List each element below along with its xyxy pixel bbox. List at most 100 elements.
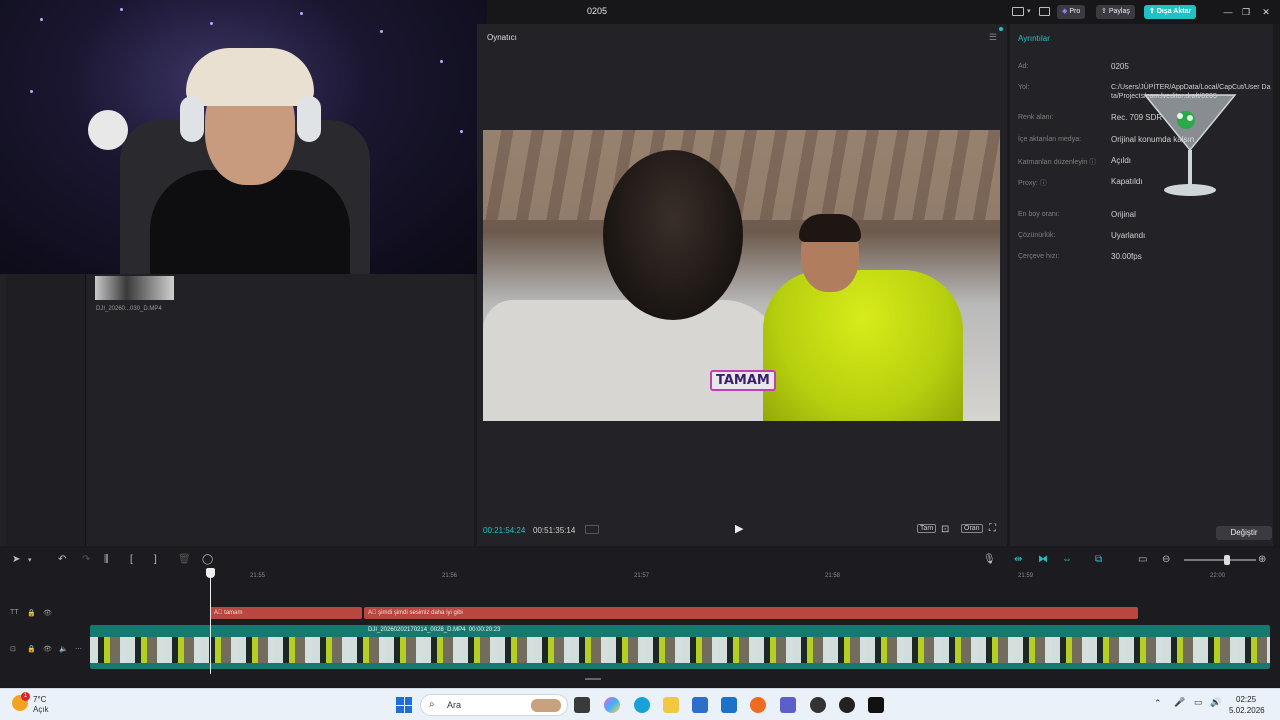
light-dot xyxy=(460,130,463,133)
eye-icon[interactable]: 👁 xyxy=(43,609,52,617)
microphone-icon[interactable]: 🎙 xyxy=(983,554,996,565)
video-preview[interactable]: TAMAM xyxy=(483,130,1000,421)
video-subtitle[interactable]: TAMAM xyxy=(710,370,776,391)
tote-bag xyxy=(483,300,783,421)
audio-icon[interactable]: 🔈 xyxy=(59,645,68,653)
select-tool-icon[interactable]: ➤ xyxy=(12,554,20,565)
playhead-handle[interactable] xyxy=(206,568,215,578)
lock-icon[interactable]: 🔒 xyxy=(27,609,36,617)
video-clip-name: DJI_20260202170214_0028_D.MP4 xyxy=(368,627,466,633)
edge-icon[interactable] xyxy=(634,697,650,713)
text-clip[interactable]: A⃞ tamam xyxy=(210,607,362,619)
text-track: A⃞ tamam A⃞ şimdi şimdi sesimiz daha iyi… xyxy=(210,607,1138,619)
clock-time[interactable]: 02:25 xyxy=(1236,695,1256,704)
snap-icon[interactable]: ⧓ xyxy=(1038,554,1048,565)
chevron-up-icon[interactable]: ⌃ xyxy=(1154,698,1162,709)
export-button[interactable]: ⇧ Dışa Aktar xyxy=(1144,5,1197,19)
copilot-icon[interactable] xyxy=(604,697,620,713)
volume-icon[interactable]: 🔊 xyxy=(1210,697,1221,708)
media-panel: DJI_20260...030_D.MP4 xyxy=(0,274,474,546)
playhead[interactable] xyxy=(210,570,211,674)
clock-date[interactable]: 5.02.2026 xyxy=(1229,706,1265,715)
time-ruler[interactable]: 21:55 21:56 21:57 21:58 21:59 22:00 xyxy=(90,570,1280,584)
task-view-icon[interactable] xyxy=(574,697,590,713)
status-dot xyxy=(999,27,1003,31)
capcut-icon[interactable] xyxy=(868,697,884,713)
link-icon[interactable]: ⇹ xyxy=(1014,554,1022,565)
outlook-icon[interactable] xyxy=(721,697,737,713)
snapshot-icon[interactable]: ⊡ xyxy=(941,524,949,535)
fullscreen-icon[interactable]: ⛶ xyxy=(989,523,996,534)
maximize-button[interactable]: ❐ xyxy=(1239,5,1253,19)
menu-icon[interactable]: ☰ xyxy=(989,32,997,43)
auto-ripple-icon[interactable]: ⧉ xyxy=(1095,554,1102,565)
detail-label-resolution: Çözünürlük: xyxy=(1018,232,1056,239)
light-dot xyxy=(380,30,383,33)
layout-icon[interactable] xyxy=(1012,7,1024,16)
trim-right-icon[interactable]: ] xyxy=(154,554,157,565)
delete-icon[interactable]: 🗑 xyxy=(178,554,191,565)
media-clip-thumbnail[interactable] xyxy=(95,276,174,300)
video-filmstrip xyxy=(90,637,1270,663)
detail-value-resolution: Uyarlandı xyxy=(1111,231,1146,240)
redo-icon[interactable]: ↷ xyxy=(82,554,90,565)
full-quality-button[interactable]: Tam xyxy=(917,524,937,533)
streamer-body xyxy=(150,170,350,274)
martini-glass-sticker xyxy=(1143,94,1237,196)
zoom-slider[interactable] xyxy=(1184,559,1256,561)
media-player-icon[interactable] xyxy=(839,697,855,713)
video-clip-duration: 00:00:20:23 xyxy=(468,627,501,633)
chevron-down-icon[interactable]: ▾ xyxy=(1027,7,1031,15)
share-label: Paylaş xyxy=(1108,8,1130,15)
monitor-icon[interactable]: ▭ xyxy=(1194,697,1203,708)
lock-icon[interactable]: 🔒 xyxy=(27,645,36,653)
text-clip[interactable]: A⃞ şimdi şimdi sesimiz daha iyi gibi xyxy=(364,607,1138,619)
taskbar-search[interactable]: ⌕ Ara xyxy=(420,694,568,716)
total-time: 00:51:35:14 xyxy=(533,526,576,535)
video-track[interactable]: DJI_20260202170214_0028_D.MP4 00:00:20:2… xyxy=(90,625,1270,669)
minimize-button[interactable]: — xyxy=(1221,5,1235,19)
ratio-button[interactable]: Oran xyxy=(961,524,983,533)
preview-axis-icon[interactable]: ⇔ xyxy=(1062,554,1072,565)
tick-label: 21:59 xyxy=(1018,573,1034,579)
discord-icon[interactable] xyxy=(810,697,826,713)
undo-icon[interactable]: ↶ xyxy=(58,554,66,565)
diamond-icon: ◆ xyxy=(1062,8,1068,15)
weather-temperature[interactable]: 7°C xyxy=(33,695,46,704)
timecode-icon[interactable] xyxy=(585,525,599,534)
microphone-icon[interactable]: 🎤 xyxy=(1174,697,1185,708)
chevron-down-icon[interactable]: ▾ xyxy=(28,556,32,564)
close-button[interactable]: ✕ xyxy=(1259,5,1273,19)
store-icon[interactable] xyxy=(692,697,708,713)
caption-icon[interactable]: ▭ xyxy=(1138,554,1147,565)
tick-label: 21:55 xyxy=(250,573,266,579)
start-button[interactable] xyxy=(396,697,412,713)
more-icon[interactable]: ⋯ xyxy=(75,645,82,653)
panda-plush xyxy=(88,110,128,150)
windows-taskbar: 1 7°C Açık ⌕ Ara ⌃ 🎤 ▭ 🔊 02:25 5.02.2026 xyxy=(0,688,1280,720)
trim-left-icon[interactable]: [ xyxy=(130,554,133,565)
search-placeholder: Ara xyxy=(447,700,462,710)
zoom-in-icon[interactable]: ⊕ xyxy=(1258,554,1266,565)
weather-condition[interactable]: Açık xyxy=(33,705,49,714)
detail-label-color-space: Renk alanı: xyxy=(1018,114,1054,121)
detail-label-layers: Katmanları düzenleyin ⓘ xyxy=(1018,159,1097,166)
keyboard-icon[interactable] xyxy=(1039,7,1050,16)
project-title: 0205 xyxy=(587,6,608,16)
export-label: Dışa Aktar xyxy=(1156,8,1192,15)
pro-button[interactable]: ◆ Pro xyxy=(1057,5,1086,19)
share-button[interactable]: ⇪ Paylaş xyxy=(1096,5,1135,19)
split-icon[interactable]: ⫼ xyxy=(104,554,109,565)
eye-icon[interactable]: 👁 xyxy=(43,645,52,653)
zoom-slider-handle[interactable] xyxy=(1224,555,1230,565)
firefox-icon[interactable] xyxy=(750,697,766,713)
change-button[interactable]: Değiştir xyxy=(1216,526,1272,540)
file-explorer-icon[interactable] xyxy=(663,697,679,713)
horizontal-scrollbar[interactable] xyxy=(585,678,601,680)
marker-icon[interactable]: ◯ xyxy=(202,554,213,565)
search-icon: ⌕ xyxy=(429,699,435,710)
play-button[interactable]: ▶ xyxy=(735,522,743,535)
teams-icon[interactable] xyxy=(780,697,796,713)
zoom-out-icon[interactable]: ⊖ xyxy=(1162,554,1170,565)
share-icon: ⇪ xyxy=(1101,8,1107,15)
